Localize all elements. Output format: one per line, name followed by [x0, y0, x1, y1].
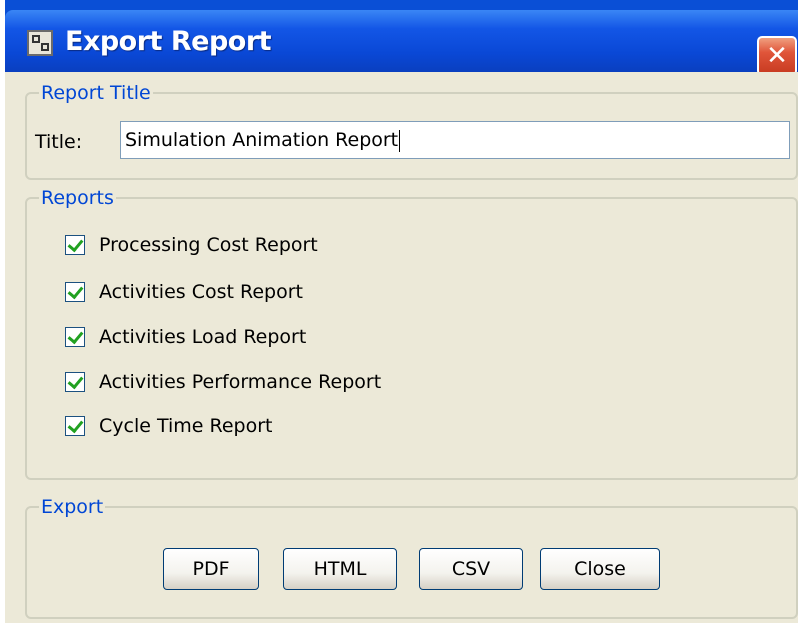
- checkbox-checked[interactable]: [65, 372, 85, 392]
- title-input-value: Simulation Animation Report: [125, 129, 399, 151]
- window-title: Export Report: [65, 26, 272, 57]
- close-button[interactable]: Close: [540, 548, 660, 590]
- report-option-label: Activities Performance Report: [99, 371, 382, 393]
- title-bar[interactable]: Export Report ✕: [5, 10, 798, 76]
- checkbox-checked[interactable]: [65, 327, 85, 347]
- close-window-button[interactable]: ✕: [757, 36, 797, 76]
- checkbox-checked[interactable]: [65, 235, 85, 255]
- pdf-button[interactable]: PDF: [163, 548, 259, 590]
- checkbox-checked[interactable]: [65, 416, 85, 436]
- html-button[interactable]: HTML: [283, 548, 397, 590]
- report-option-label: Processing Cost Report: [99, 234, 318, 256]
- title-label: Title:: [35, 131, 83, 153]
- dialog-body: Report Title Title: Simulation Animation…: [5, 72, 798, 623]
- report-title-legend: Report Title: [41, 82, 151, 104]
- title-input[interactable]: Simulation Animation Report: [120, 121, 790, 159]
- export-report-dialog: Export Report ✕ Report Title Title: Simu…: [5, 0, 798, 623]
- report-option-label: Activities Load Report: [99, 326, 307, 348]
- export-legend: Export: [41, 496, 104, 518]
- report-option-label: Activities Cost Report: [99, 281, 303, 303]
- csv-button[interactable]: CSV: [419, 548, 523, 590]
- checkbox-checked[interactable]: [65, 282, 85, 302]
- app-icon: [27, 30, 53, 56]
- close-icon: ✕: [766, 41, 788, 71]
- reports-legend: Reports: [41, 187, 114, 209]
- report-option-label: Cycle Time Report: [99, 415, 273, 437]
- text-caret: [399, 129, 401, 152]
- export-group: Export: [25, 496, 798, 619]
